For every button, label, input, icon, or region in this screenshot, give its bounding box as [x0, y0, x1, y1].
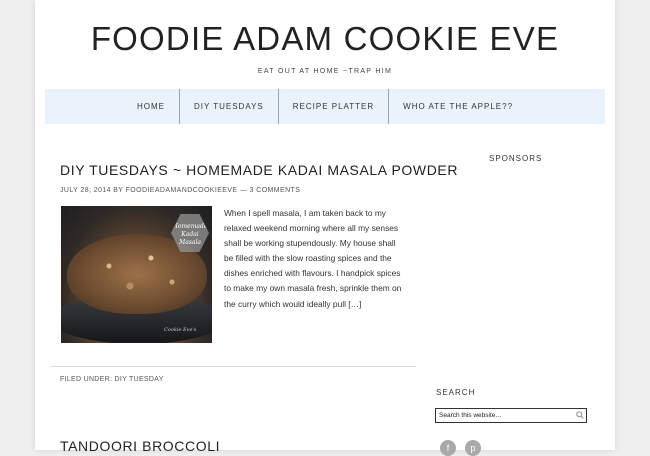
nav-item-diy-tuesdays[interactable]: DIY TUESDAYS [180, 89, 278, 124]
filed-under-label: FILED UNDER: [60, 376, 113, 383]
site-tagline: EAT OUT AT HOME ~TRAP HIM [257, 68, 393, 75]
post-excerpt-text: When I spell masala, I am taken back to … [224, 208, 402, 309]
post-comments-link[interactable]: 3 COMMENTS [250, 187, 301, 194]
post-meta: JULY 28, 2014 BY FOODIEADAMANDCOOKIEEVE … [60, 187, 300, 194]
page-container: FOODIE ADAM COOKIE EVE EAT OUT AT HOME ~… [35, 0, 615, 456]
site-title[interactable]: FOODIE ADAM COOKIE EVE [35, 20, 615, 58]
pinterest-icon[interactable]: p [465, 440, 481, 456]
meta-dash: — [239, 187, 248, 194]
nav-item-recipe-platter[interactable]: RECIPE PLATTER [279, 89, 388, 124]
post-title[interactable]: DIY TUESDAYS ~ HOMEMADE KADAI MASALA POW… [60, 162, 458, 178]
next-post-title[interactable]: TANDOORI BROCCOLI [60, 438, 220, 454]
search-placeholder: Search this website… [439, 412, 502, 419]
nav-item-home[interactable]: HOME [123, 89, 179, 124]
post-featured-image[interactable]: Homemade Kadai Masala Cookie Eve's [61, 206, 212, 343]
read-more-link[interactable]: […] [348, 299, 361, 309]
main-nav: HOME DIY TUESDAYS RECIPE PLATTER WHO ATE… [45, 89, 605, 124]
image-watermark: Cookie Eve's [164, 327, 197, 333]
sponsors-heading: SPONSORS [489, 154, 543, 163]
post-excerpt: When I spell masala, I am taken back to … [224, 206, 404, 312]
post-author-link[interactable]: FOODIEADAMANDCOOKIEEVE [126, 187, 238, 194]
post-date: JULY 28, 2014 [60, 187, 111, 194]
search-icon[interactable] [576, 411, 584, 419]
category-link[interactable]: DIY TUESDAY [114, 376, 163, 383]
post-divider [50, 366, 416, 367]
nav-item-who-ate-the-apple[interactable]: WHO ATE THE APPLE?? [389, 89, 527, 124]
search-input[interactable]: Search this website… [435, 408, 587, 423]
facebook-icon[interactable]: f [440, 440, 456, 456]
search-heading: SEARCH [436, 388, 476, 397]
post-by: BY [113, 187, 124, 194]
post-filed-under: FILED UNDER: DIY TUESDAY [60, 376, 164, 383]
